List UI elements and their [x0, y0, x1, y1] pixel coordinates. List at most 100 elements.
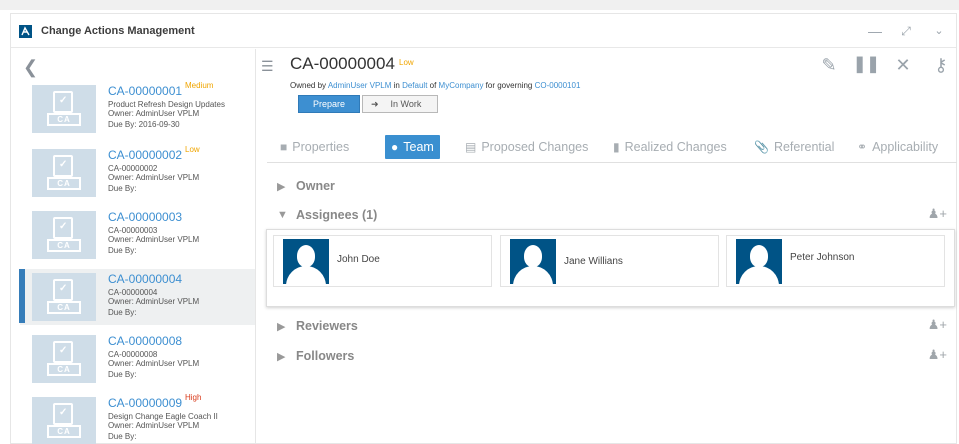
checkmark-glyph: ✓: [59, 407, 68, 418]
page-title: CA-00000004: [290, 54, 395, 73]
thumbnail-label: CA: [47, 177, 81, 190]
item-due: Due By: 2016-09-30: [108, 120, 180, 129]
avatar-head: [524, 245, 542, 267]
assignee-card[interactable]: John Doe: [273, 235, 492, 287]
list-item[interactable]: ✓ CA CA-00000009 High Design Change Eagl…: [20, 393, 255, 444]
team-icon: ●: [391, 140, 399, 154]
assignee-card-list: John Doe Jane Willians Peter Johnson: [266, 229, 955, 307]
section-title: Followers: [296, 349, 355, 363]
item-due: Due By:: [108, 308, 137, 317]
owner-link[interactable]: AdminUser VPLM: [328, 81, 392, 90]
avatar-body: [286, 266, 326, 284]
list-item[interactable]: ✓ CA CA-00000003 CA-00000003 Owner: Admi…: [20, 207, 255, 263]
document-thumbnail-icon: ✓ CA: [32, 335, 96, 383]
priority-badge: Low: [399, 58, 414, 67]
assignee-name: Jane Willians: [564, 256, 623, 267]
add-follower-icon[interactable]: ♟+: [928, 347, 947, 363]
chevron-down-icon[interactable]: ⌄: [928, 20, 950, 42]
owned-text: in: [391, 81, 403, 90]
avatar: [510, 239, 556, 284]
promote-in-work-button[interactable]: ➜ In Work: [362, 95, 438, 113]
item-id-link[interactable]: CA-00000004: [108, 272, 182, 286]
window-header: Change Actions Management — ⤢ ⌄: [11, 14, 956, 48]
state-prepare-button[interactable]: Prepare: [298, 95, 360, 113]
change-order-link[interactable]: CO-0000101: [535, 81, 581, 90]
window-title: Change Actions Management: [41, 25, 195, 37]
checkmark-glyph: ✓: [59, 221, 68, 232]
owner-section-header[interactable]: ▶ Owner: [267, 177, 957, 197]
promote-label: In Work: [390, 99, 422, 109]
triangle-down-icon: ▼: [277, 209, 288, 221]
reviewers-section-header[interactable]: ▶ Reviewers ♟+: [267, 317, 957, 337]
followers-section-header[interactable]: ▶ Followers ♟+: [267, 347, 957, 367]
item-id-link[interactable]: CA-00000008: [108, 334, 182, 348]
item-id-link[interactable]: CA-00000003: [108, 210, 182, 224]
avatar-body: [739, 266, 779, 284]
item-due: Due By:: [108, 370, 137, 379]
list-item[interactable]: ✓ CA CA-00000002 Low CA-00000002 Owner: …: [20, 145, 255, 201]
assignees-section-header[interactable]: ▼ Assignees (1) ♟+: [267, 206, 957, 226]
document-thumbnail-icon: ✓ CA: [32, 149, 96, 197]
add-assignee-icon[interactable]: ♟+: [928, 206, 947, 222]
arrow-right-icon: ➜: [371, 99, 379, 109]
list-item[interactable]: ✓ CA CA-00000008 CA-00000008 Owner: Admi…: [20, 331, 255, 387]
triangle-right-icon: ▶: [277, 351, 286, 363]
avatar: [283, 239, 329, 284]
item-description: Design Change Eagle Coach II: [108, 412, 218, 421]
thumbnail-label: CA: [47, 239, 81, 252]
avatar: [736, 239, 782, 284]
owned-text: of: [427, 81, 439, 90]
item-id-link[interactable]: CA-00000001: [108, 84, 182, 98]
list-item-selected[interactable]: ✓ CA CA-00000004 CA-00000004 Owner: Admi…: [19, 269, 255, 325]
tab-bar: ■ Properties ● Team ▤ Proposed Changes ▮ Rea…: [267, 119, 957, 163]
avatar-body: [513, 266, 553, 284]
app-logo-icon: [19, 25, 32, 38]
thumbnail-label: CA: [47, 363, 81, 376]
item-owner: Owner: AdminUser VPLM: [108, 421, 200, 430]
item-id-link[interactable]: CA-00000009: [108, 396, 182, 410]
pause-icon[interactable]: ❚❚: [853, 53, 880, 77]
close-icon[interactable]: ✕: [891, 53, 915, 77]
tab-proposed-changes[interactable]: ▤ Proposed Changes: [465, 135, 588, 159]
document-thumbnail-icon: ✓ CA: [32, 397, 96, 444]
item-description: CA-00000004: [108, 288, 158, 297]
checkmark-glyph: ✓: [59, 283, 68, 294]
list-icon: ▤: [465, 140, 477, 154]
tab-label: Proposed Changes: [481, 140, 589, 154]
item-description: CA-00000008: [108, 350, 158, 359]
assignee-name: John Doe: [337, 254, 380, 265]
toc-collapse-icon[interactable]: ☰: [261, 58, 274, 75]
checkmark-glyph: ✓: [59, 345, 68, 356]
tab-label: Properties: [292, 140, 350, 154]
organization-link[interactable]: MyCompany: [439, 81, 484, 90]
pencil-icon[interactable]: ✎: [817, 53, 841, 77]
tab-applicability[interactable]: ⚭ Applicability: [857, 135, 938, 159]
tab-realized-changes[interactable]: ▮ Realized Changes: [613, 135, 727, 159]
tab-label: Team: [403, 140, 434, 154]
avatar-head: [750, 245, 768, 267]
priority-badge: Medium: [185, 81, 214, 90]
item-owner: Owner: AdminUser VPLM: [108, 359, 200, 368]
list-item[interactable]: ✓ CA CA-00000001 Medium Product Refresh …: [20, 81, 255, 137]
thumbnail-label: CA: [47, 113, 81, 126]
item-id-link[interactable]: CA-00000002: [108, 148, 182, 162]
tab-team[interactable]: ● Team: [385, 135, 440, 159]
space-link[interactable]: Default: [402, 81, 427, 90]
chevron-left-icon[interactable]: ❮: [23, 57, 38, 78]
item-description: CA-00000002: [108, 164, 158, 173]
tab-label: Referential: [773, 140, 835, 154]
thumbnail-label: CA: [47, 425, 81, 438]
assignee-card[interactable]: Jane Willians: [500, 235, 719, 287]
triangle-right-icon: ▶: [277, 321, 286, 333]
key-icon[interactable]: ⚷: [929, 53, 953, 77]
add-reviewer-icon[interactable]: ♟+: [928, 317, 947, 333]
tab-label: Realized Changes: [624, 140, 727, 154]
change-action-list: ❮ ✓ CA CA-00000001 Medium Product Refres…: [11, 49, 256, 444]
expand-icon[interactable]: ⤢: [895, 20, 917, 42]
minimize-icon[interactable]: —: [864, 20, 886, 42]
tab-properties[interactable]: ■ Properties: [280, 135, 349, 159]
item-owner: Owner: AdminUser VPLM: [108, 235, 200, 244]
tab-referential[interactable]: 📎 Referential: [754, 135, 834, 159]
assignee-card[interactable]: Peter Johnson: [726, 235, 945, 287]
detail-pane: ☰ CA-00000004 Low Owned by AdminUser VPL…: [257, 49, 957, 444]
